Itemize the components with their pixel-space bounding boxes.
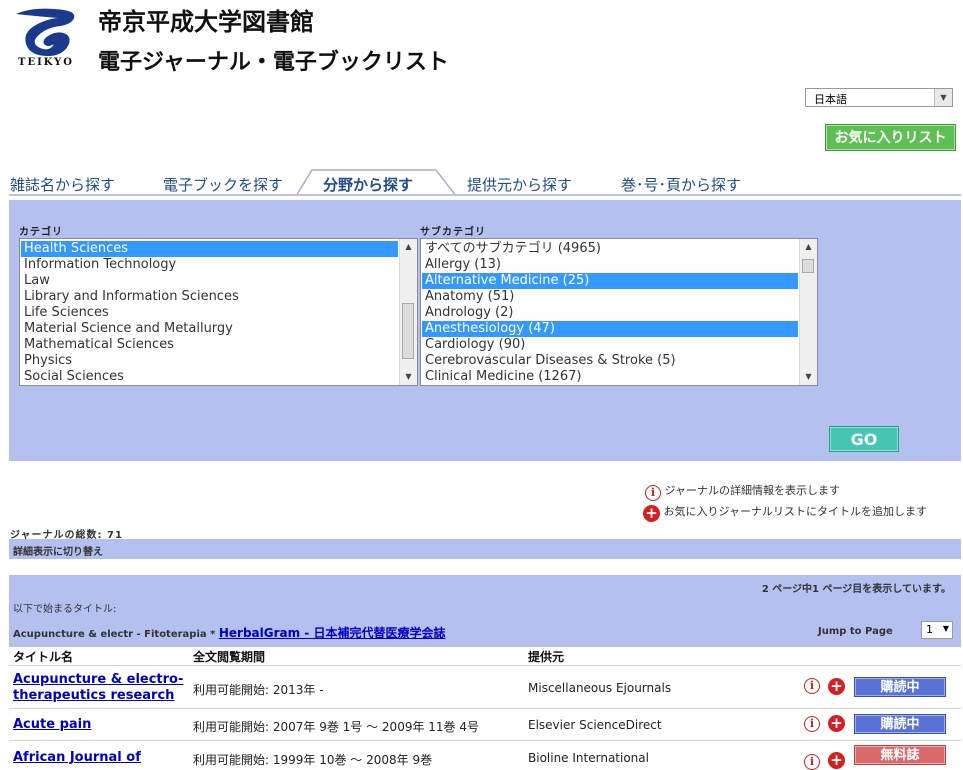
row-period: 利用可能開始: 2013年 - [193, 683, 324, 697]
scroll-thumb[interactable] [802, 259, 814, 273]
row-provider: Miscellaneous Ejournals [528, 681, 672, 695]
legend-add: + お気に入りジャーナルリストにタイトルを追加します [643, 503, 927, 522]
category-option[interactable]: Health Sciences [21, 241, 398, 257]
info-icon[interactable]: i [804, 678, 820, 694]
category-option[interactable]: Physics [21, 353, 398, 369]
info-icon[interactable]: i [804, 716, 820, 732]
chevron-down-icon: ▼ [934, 89, 952, 106]
col-period: 全文閲覧期間 [193, 650, 266, 664]
journal-title-link[interactable]: Acupuncture & electro- therapeutics rese… [13, 672, 183, 704]
page-select[interactable]: 1 ▼ [921, 621, 953, 639]
tab-subject[interactable]: 分野から探す [323, 174, 413, 195]
category-scrollbar[interactable]: ▲ ▼ [399, 239, 417, 385]
subcategory-option[interactable]: Andrology (2) [422, 305, 798, 321]
scroll-down-icon[interactable]: ▼ [800, 369, 817, 385]
row-provider: Bioline International [528, 751, 649, 765]
row-provider: Elsevier ScienceDirect [528, 718, 662, 732]
category-option[interactable]: Library and Information Sciences [21, 289, 398, 305]
subcategory-label: サブカテゴリ [420, 227, 486, 238]
language-select-value: 日本語 [814, 93, 847, 106]
subcategory-option[interactable]: Cardiology (90) [422, 337, 798, 353]
add-favorite-icon[interactable]: + [828, 752, 845, 769]
scroll-up-icon[interactable]: ▲ [800, 239, 817, 255]
tab-volume-issue-page[interactable]: 巻･号･頁から探す [621, 174, 741, 195]
subcategory-option[interactable]: Anesthesiology (47) [422, 321, 798, 337]
detail-toggle-link[interactable]: 詳細表示に切り替え [13, 543, 103, 558]
detail-toggle-bar: 詳細表示に切り替え [9, 539, 961, 559]
tab-provider[interactable]: 提供元から探す [467, 174, 572, 195]
col-title: タイトル名 [13, 650, 74, 664]
subscribed-button[interactable]: 購読中 [854, 677, 946, 697]
row-divider [9, 665, 961, 666]
page-status: 2 ページ中1 ページ目を表示しています。 [761, 584, 951, 595]
scroll-down-icon[interactable]: ▼ [400, 369, 417, 385]
add-favorite-icon[interactable]: + [828, 678, 845, 695]
row-period: 利用可能開始: 1999年 10巻 〜 2008年 9巻 [193, 753, 433, 767]
journal-title-link[interactable]: Acute pain [13, 717, 91, 733]
category-listbox[interactable]: Health Sciences Information Technology L… [19, 238, 418, 386]
category-option[interactable]: Law [21, 273, 398, 289]
journal-title-link[interactable]: African Journal of [13, 750, 141, 766]
category-option[interactable]: Information Technology [21, 257, 398, 273]
subcategory-option[interactable]: Alternative Medicine (25) [422, 273, 798, 289]
site-title: 帝京平成大学図書館 [98, 8, 314, 36]
row-period: 利用可能開始: 2007年 9巻 1号 〜 2009年 11巻 4号 [193, 720, 479, 734]
category-option[interactable]: Social Sciences [21, 369, 398, 385]
subcategory-option[interactable]: Cerebrovascular Diseases & Stroke (5) [422, 353, 798, 369]
tab-underline [9, 194, 961, 196]
go-button[interactable]: GO [829, 426, 899, 452]
add-favorite-icon: + [643, 505, 660, 522]
legend-info-text: ジャーナルの詳細情報を表示します [664, 484, 840, 497]
logo-text: TEIKYO [18, 57, 75, 68]
legend-add-text: お気に入りジャーナルリストにタイトルを追加します [663, 505, 927, 518]
col-provider: 提供元 [528, 650, 565, 664]
starts-with-label: 以下で始まるタイトル: [13, 604, 117, 615]
range-link[interactable]: HerbalGram - 日本補完代替医療学会誌 [219, 626, 446, 640]
category-option[interactable]: Material Science and Metallurgy [21, 321, 398, 337]
subcategory-listbox[interactable]: すべてのサブカテゴリ (4965) Allergy (13) Alternati… [420, 238, 818, 386]
subcategory-option[interactable]: すべてのサブカテゴリ (4965) [422, 241, 798, 257]
scroll-thumb[interactable] [402, 303, 414, 359]
range-text: Acupuncture & electr - Fitoterapia * [13, 629, 216, 640]
range-line: Acupuncture & electr - Fitoterapia * Her… [13, 624, 445, 641]
chevron-down-icon: ▼ [942, 624, 949, 633]
category-option[interactable]: Life Sciences [21, 305, 398, 321]
category-label: カテゴリ [19, 227, 63, 238]
legend-info: i ジャーナルの詳細情報を表示します [645, 482, 840, 501]
page-select-value: 1 [926, 623, 933, 636]
info-icon: i [645, 485, 661, 501]
subcategory-option[interactable]: Anatomy (51) [422, 289, 798, 305]
add-favorite-icon[interactable]: + [828, 715, 845, 732]
language-select[interactable]: 日本語 ▼ [805, 88, 953, 107]
subscribed-button[interactable]: 購読中 [854, 714, 946, 734]
subcategory-scrollbar[interactable]: ▲ ▼ [799, 239, 817, 385]
site-subtitle: 電子ジャーナル・電子ブックリスト [98, 50, 449, 75]
category-option[interactable]: Mathematical Sciences [21, 337, 398, 353]
tab-ebook[interactable]: 電子ブックを探す [163, 174, 283, 195]
subcategory-option[interactable]: Clinical Medicine (1267) [422, 369, 798, 385]
row-divider [9, 708, 961, 709]
info-icon[interactable]: i [804, 754, 820, 770]
jump-to-page-label: Jump to Page [818, 626, 893, 637]
tab-journal-name[interactable]: 雑誌名から探す [10, 174, 115, 195]
free-journal-button[interactable]: 無料誌 [854, 745, 946, 765]
scroll-up-icon[interactable]: ▲ [400, 239, 417, 255]
subcategory-option[interactable]: Allergy (13) [422, 257, 798, 273]
favorites-list-button[interactable]: お気に入りリスト [825, 124, 956, 151]
row-divider [9, 740, 961, 741]
